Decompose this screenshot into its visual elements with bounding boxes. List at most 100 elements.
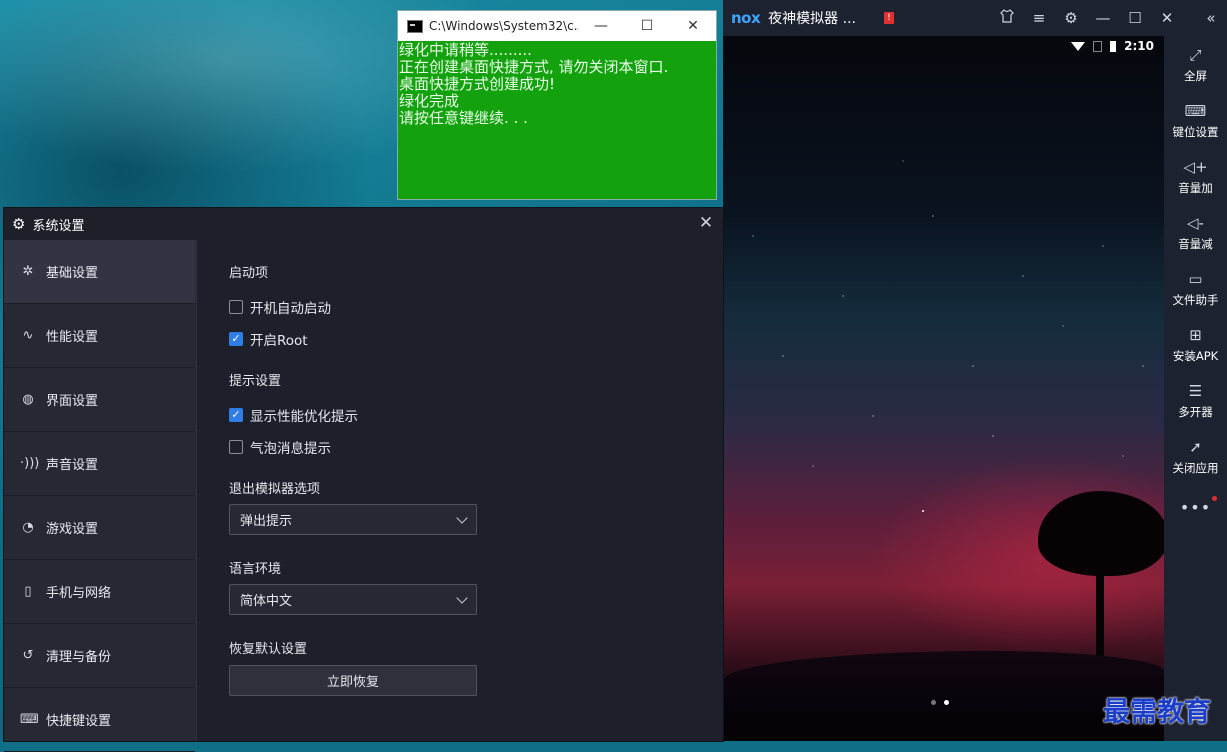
close-icon[interactable]: ✕ — [695, 213, 717, 233]
gear-icon[interactable]: ⚙ — [1055, 9, 1087, 27]
cmd-close-button[interactable]: ✕ — [670, 11, 716, 41]
nav-item-shortcuts[interactable]: ⌨ 快捷键设置 — [4, 688, 195, 752]
exit-option-select[interactable]: 弹出提示 — [229, 504, 477, 535]
wifi-icon — [1071, 41, 1086, 51]
more-button[interactable]: ••• — [1179, 496, 1218, 517]
nox-titlebar[interactable]: nox 夜神模拟器 ... ! ≡ ⚙ — ☐ ✕ « — [723, 0, 1227, 36]
minimize-icon[interactable]: — — [1087, 9, 1119, 27]
checkbox-perf-hints[interactable]: ✓ 显示性能优化提示 — [229, 405, 358, 425]
nav-label: 声音设置 — [46, 458, 99, 473]
language-select[interactable]: 简体中文 — [229, 584, 477, 615]
settings-title: 系统设置 — [32, 218, 85, 234]
sidebar-label: 关闭应用 — [1172, 460, 1219, 475]
more-icon: ••• — [1179, 498, 1212, 517]
menu-icon[interactable]: ≡ — [1023, 9, 1055, 27]
maximize-icon[interactable]: ☐ — [1119, 9, 1151, 27]
nav-label: 界面设置 — [46, 394, 99, 409]
collapse-icon[interactable]: « — [1195, 9, 1227, 27]
nav-item-performance[interactable]: ∿ 性能设置 — [4, 304, 195, 368]
cmd-output: 绿化中请稍等......... 正在创建桌面快捷方式, 请勿关闭本窗口. 桌面快… — [398, 41, 716, 127]
cmd-maximize-button[interactable]: ☐ — [624, 11, 670, 41]
page-dot-active — [944, 700, 949, 705]
install-apk-icon: ⊞ — [1189, 325, 1202, 344]
sidebar-label: 文件助手 — [1172, 292, 1219, 307]
pulse-icon: ∿ — [22, 328, 34, 343]
nav-label: 性能设置 — [46, 330, 99, 345]
checkbox-label: 开启Root — [250, 333, 308, 349]
nav-item-cleanup-backup[interactable]: ↺ 清理与备份 — [4, 624, 195, 688]
checkbox-label: 气泡消息提示 — [250, 441, 331, 457]
notification-dot — [1212, 496, 1218, 501]
no-sim-icon — [1093, 40, 1103, 52]
shirt-icon[interactable] — [991, 9, 1023, 27]
settings-window[interactable]: ⚙ 系统设置 ✕ ✲ 基础设置 ∿ 性能设置 ◍ 界面设置 ·))) 声音设置 … — [4, 208, 723, 752]
nav-item-sound[interactable]: ·))) 声音设置 — [4, 432, 195, 496]
checkbox-bubble-hints[interactable]: 气泡消息提示 — [229, 437, 331, 457]
select-value: 简体中文 — [240, 594, 293, 609]
sidebar-file-helper[interactable]: ▭ 文件助手 — [1164, 260, 1227, 316]
page-dot — [931, 700, 936, 705]
section-title-hints: 提示设置 — [229, 374, 282, 389]
sidebar-install-apk[interactable]: ⊞ 安装APK — [1164, 316, 1227, 372]
cmd-icon — [407, 19, 423, 33]
checkbox-unchecked[interactable] — [229, 300, 243, 314]
gamepad-icon: ◔ — [22, 520, 34, 535]
nav-item-interface[interactable]: ◍ 界面设置 — [4, 368, 195, 432]
keyboard-icon: ⌨ — [1184, 101, 1207, 120]
keyboard-icon: ⌨ — [20, 712, 39, 727]
sidebar-label: 音量减 — [1178, 236, 1213, 251]
watermark-logo: 最需教育 — [1103, 697, 1211, 728]
history-icon: ↺ — [22, 648, 34, 663]
settings-content: 启动项 开机自动启动 ✓ 开启Root 提示设置 ✓ 显示性能优化提示 气泡消息… — [196, 240, 723, 741]
checkbox-autostart[interactable]: 开机自动启动 — [229, 297, 331, 317]
file-helper-icon: ▭ — [1188, 269, 1203, 288]
nav-label: 清理与备份 — [46, 650, 112, 665]
checkbox-checked[interactable]: ✓ — [229, 408, 243, 422]
volume-up-icon: ◁+ — [1183, 157, 1208, 176]
volume-down-icon: ◁- — [1187, 213, 1204, 232]
nav-label: 基础设置 — [46, 266, 99, 281]
sidebar-volume-up[interactable]: ◁+ 音量加 — [1164, 148, 1227, 204]
sidebar-volume-down[interactable]: ◁- 音量减 — [1164, 204, 1227, 260]
checkbox-root[interactable]: ✓ 开启Root — [229, 329, 308, 349]
cmd-line: 桌面快捷方式创建成功! — [399, 75, 556, 93]
battery-icon — [1110, 40, 1117, 52]
nav-item-basic[interactable]: ✲ 基础设置 — [4, 240, 195, 304]
section-title-language: 语言环境 — [229, 562, 282, 577]
sidebar-multi-instance[interactable]: ☰ 多开器 — [1164, 372, 1227, 428]
tree-trunk — [1096, 526, 1104, 656]
nav-item-phone-network[interactable]: ▯ 手机与网络 — [4, 560, 195, 624]
sidebar-label: 全屏 — [1184, 68, 1207, 83]
cmd-minimize-button[interactable]: — — [578, 11, 624, 41]
sidebar-close-app[interactable]: ➚ 关闭应用 — [1164, 428, 1227, 484]
sidebar-label: 安装APK — [1172, 348, 1219, 363]
sidebar-fullscreen[interactable]: ⤢ 全屏 — [1164, 36, 1227, 92]
android-screen[interactable]: 2:10 — [723, 36, 1164, 741]
cmd-line: 请按任意键继续. . . — [399, 109, 528, 127]
sidebar-label: 键位设置 — [1172, 124, 1219, 139]
settings-titlebar[interactable]: ⚙ 系统设置 ✕ — [4, 208, 723, 240]
nox-logo: nox — [731, 9, 761, 27]
cmd-line: 正在创建桌面快捷方式, 请勿关闭本窗口. — [399, 58, 669, 76]
page-indicator — [931, 700, 949, 705]
nav-label: 手机与网络 — [46, 586, 112, 601]
nox-window[interactable]: nox 夜神模拟器 ... ! ≡ ⚙ — ☐ ✕ « 2:10 ⤢ 全屏 ⌨ … — [723, 0, 1227, 741]
puzzle-icon: ✲ — [22, 264, 34, 279]
checkbox-unchecked[interactable] — [229, 440, 243, 454]
gear-icon: ⚙ — [12, 215, 26, 233]
cmd-title: C:\Windows\System32\c... — [429, 19, 579, 33]
close-icon[interactable]: ✕ — [1151, 9, 1183, 27]
checkbox-label: 显示性能优化提示 — [250, 409, 358, 425]
phone-icon: ▯ — [24, 584, 32, 599]
sidebar-label: 多开器 — [1178, 404, 1213, 419]
fullscreen-icon: ⤢ — [1189, 45, 1202, 64]
cmd-window[interactable]: C:\Windows\System32\c... — ☐ ✕ 绿化中请稍等...… — [397, 10, 717, 200]
chevron-down-icon — [456, 592, 468, 604]
restore-defaults-button[interactable]: 立即恢复 — [229, 665, 477, 696]
status-time: 2:10 — [1124, 39, 1154, 53]
nav-item-game[interactable]: ◔ 游戏设置 — [4, 496, 195, 560]
checkbox-checked[interactable]: ✓ — [229, 332, 243, 346]
cmd-titlebar[interactable]: C:\Windows\System32\c... — ☐ ✕ — [398, 11, 716, 41]
alert-icon[interactable]: ! — [883, 12, 894, 24]
sidebar-keymap[interactable]: ⌨ 键位设置 — [1164, 92, 1227, 148]
